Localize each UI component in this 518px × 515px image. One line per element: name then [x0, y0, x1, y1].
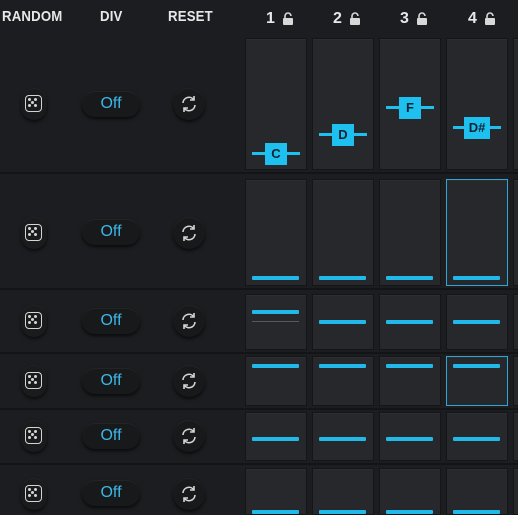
note-handle[interactable]: D: [332, 124, 354, 146]
step-value-bar: [386, 364, 433, 368]
step-value-bar: [386, 320, 433, 324]
dice-icon: [25, 372, 42, 389]
random-button[interactable]: [21, 420, 47, 452]
column-3-number: 3: [400, 10, 409, 27]
pitch-step-cell[interactable]: [312, 38, 374, 170]
div-toggle[interactable]: Off: [82, 308, 140, 334]
row-divider: [0, 288, 518, 290]
step-value-bar: [252, 276, 299, 280]
reset-header: RESET: [168, 8, 213, 25]
note-handle[interactable]: C: [265, 143, 287, 165]
row-divider: [0, 352, 518, 354]
row-divider: [0, 408, 518, 410]
div-toggle[interactable]: Off: [82, 368, 140, 394]
lock-open-icon[interactable]: [416, 12, 428, 26]
step-cell[interactable]: [513, 356, 518, 406]
refresh-icon: [182, 96, 196, 112]
column-2-number: 2: [333, 10, 342, 27]
step-cell[interactable]: [245, 294, 307, 350]
lock-open-icon[interactable]: [484, 12, 496, 26]
dice-icon: [25, 312, 42, 329]
pitch-step-cell[interactable]: [513, 38, 518, 170]
step-value-bar: [453, 364, 500, 368]
reset-button[interactable]: [173, 478, 205, 510]
step-cell[interactable]: [379, 179, 441, 286]
reset-button[interactable]: [173, 217, 205, 249]
column-4-number: 4: [468, 10, 477, 27]
div-toggle[interactable]: Off: [82, 480, 140, 506]
note-handle[interactable]: F: [399, 97, 421, 119]
step-cell[interactable]: [312, 468, 374, 515]
step-baseline: [252, 321, 299, 322]
reset-button[interactable]: [173, 305, 205, 337]
div-header: DIV: [100, 8, 123, 25]
step-value-bar: [252, 310, 299, 314]
random-button[interactable]: [21, 365, 47, 397]
dice-icon: [25, 485, 42, 502]
step-cell[interactable]: [513, 468, 518, 515]
step-cell-selected[interactable]: [446, 179, 508, 286]
step-value-bar: [252, 510, 299, 514]
div-toggle[interactable]: Off: [82, 423, 140, 449]
step-cell[interactable]: [379, 468, 441, 515]
step-value-bar: [453, 437, 500, 441]
row-divider: [0, 172, 518, 174]
refresh-icon: [182, 428, 196, 444]
random-button[interactable]: [21, 88, 47, 120]
lock-open-icon[interactable]: [349, 12, 361, 26]
dice-icon: [25, 427, 42, 444]
step-value-bar: [319, 364, 366, 368]
step-value-bar: [386, 276, 433, 280]
random-button[interactable]: [21, 478, 47, 510]
random-button[interactable]: [21, 217, 47, 249]
step-value-bar: [453, 320, 500, 324]
random-button[interactable]: [21, 305, 47, 337]
step-cell[interactable]: [245, 179, 307, 286]
step-cell[interactable]: [446, 468, 508, 515]
refresh-icon: [182, 486, 196, 502]
step-value-bar: [319, 437, 366, 441]
row-divider: [0, 463, 518, 465]
step-cell[interactable]: [312, 179, 374, 286]
div-toggle[interactable]: Off: [82, 219, 140, 245]
reset-button[interactable]: [173, 365, 205, 397]
step-value-bar: [319, 276, 366, 280]
column-1-number: 1: [266, 10, 275, 27]
refresh-icon: [182, 313, 196, 329]
refresh-icon: [182, 225, 196, 241]
step-value-bar: [319, 510, 366, 514]
step-value-bar: [386, 510, 433, 514]
step-value-bar: [386, 437, 433, 441]
dice-icon: [25, 224, 42, 241]
reset-button[interactable]: [173, 420, 205, 452]
div-toggle[interactable]: Off: [82, 91, 140, 117]
refresh-icon: [182, 373, 196, 389]
step-value-bar: [453, 510, 500, 514]
step-value-bar: [453, 276, 500, 280]
reset-button[interactable]: [173, 88, 205, 120]
step-cell[interactable]: [513, 412, 518, 461]
note-handle[interactable]: D#: [464, 117, 490, 139]
step-value-bar: [252, 437, 299, 441]
random-header: RANDOM: [2, 8, 63, 25]
lock-open-icon[interactable]: [282, 12, 294, 26]
step-cell[interactable]: [513, 179, 518, 286]
dice-icon: [25, 95, 42, 112]
step-value-bar: [319, 320, 366, 324]
step-cell[interactable]: [245, 468, 307, 515]
step-cell[interactable]: [513, 294, 518, 350]
step-value-bar: [252, 364, 299, 368]
pitch-step-cell[interactable]: [446, 38, 508, 170]
